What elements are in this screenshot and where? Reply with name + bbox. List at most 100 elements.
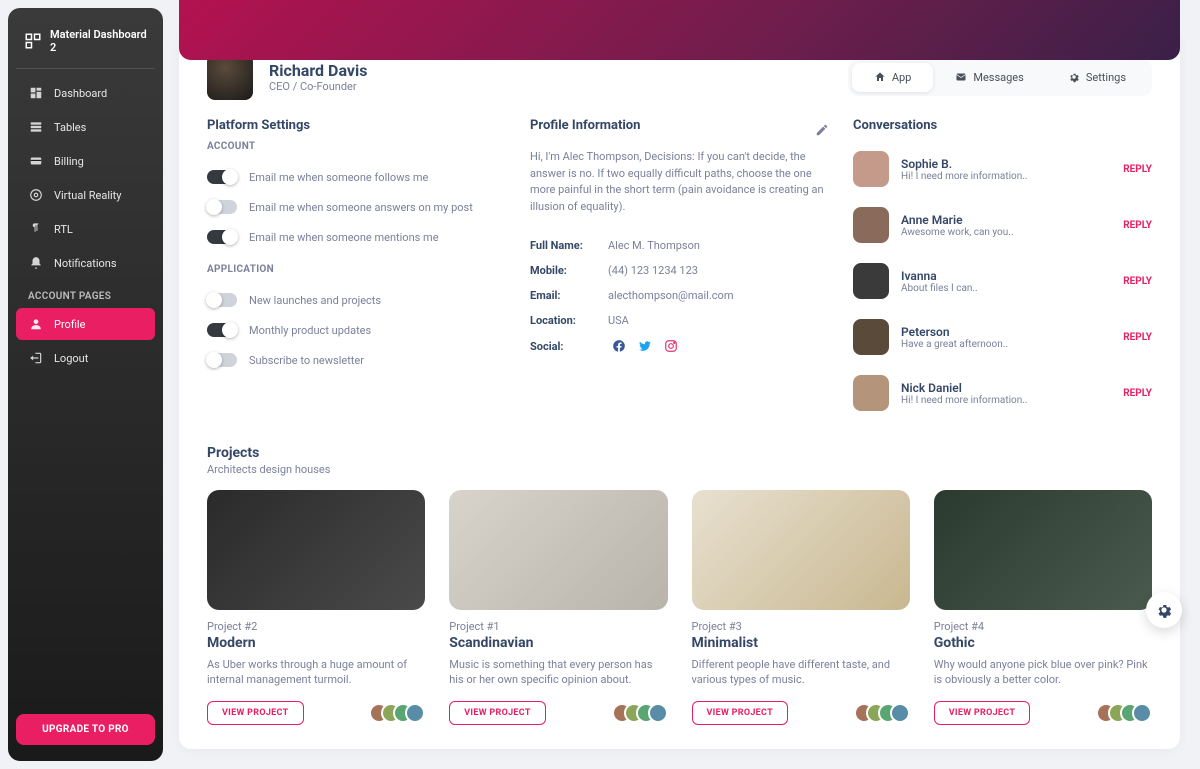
project-members [1096, 703, 1152, 723]
project-card: Project #1ScandinavianMusic is something… [449, 490, 667, 725]
tab-messages[interactable]: Messages [933, 63, 1045, 92]
profile-avatar[interactable] [207, 54, 253, 100]
reply-button[interactable]: REPLY [1123, 388, 1152, 399]
member-avatar[interactable] [405, 703, 425, 723]
toggle-switch[interactable] [207, 170, 237, 184]
projects-header: Projects Architects design houses [207, 445, 1152, 476]
tab-settings[interactable]: Settings [1046, 63, 1148, 92]
projects-subtitle: Architects design houses [207, 463, 1152, 476]
profile-information: Profile Information Hi, I'm Alec Thompso… [530, 118, 829, 421]
label-location: Location: [530, 314, 600, 327]
reply-button[interactable]: REPLY [1123, 220, 1152, 231]
brand[interactable]: Material Dashboard 2 [16, 24, 155, 69]
project-tag: Project #4 [934, 620, 1152, 633]
rtl-icon [28, 221, 44, 237]
projects-grid: Project #2ModernAs Uber works through a … [207, 490, 1152, 725]
info-title: Profile Information [530, 118, 640, 133]
profile-name: Richard Davis [269, 61, 367, 80]
projects-title: Projects [207, 445, 1152, 461]
edit-icon[interactable] [815, 123, 829, 137]
project-image[interactable] [449, 490, 667, 610]
facebook-icon[interactable] [612, 339, 626, 353]
view-project-button[interactable]: VIEW PROJECT [207, 701, 304, 725]
conversation-name: Nick Daniel [901, 381, 1111, 395]
sidebar-item-label: Billing [54, 155, 84, 168]
conversation-name: Ivanna [901, 269, 1111, 283]
twitter-icon[interactable] [638, 339, 652, 353]
conversation-item: Sophie B.Hi! I need more information..RE… [853, 141, 1152, 197]
gear-icon [1155, 601, 1173, 619]
toggle-row-app-0: New launches and projects [207, 285, 506, 315]
main-content: Richard Davis CEO / Co-Founder AppMessag… [171, 0, 1200, 769]
sidebar-item-tables[interactable]: Tables [16, 111, 155, 143]
avatar[interactable] [853, 375, 889, 411]
sidebar-item-label: Tables [54, 121, 86, 134]
toggle-switch[interactable] [207, 353, 237, 367]
profile-header: Richard Davis CEO / Co-Founder AppMessag… [207, 54, 1152, 118]
settings-fab[interactable] [1146, 592, 1182, 628]
project-image[interactable] [934, 490, 1152, 610]
toggle-switch[interactable] [207, 323, 237, 337]
conversation-item: IvannaAbout files I can.. REPLY [853, 253, 1152, 309]
avatar[interactable] [853, 319, 889, 355]
conversation-name: Anne Marie [901, 213, 1111, 227]
sidebar-item-label: Logout [54, 352, 88, 365]
toggle-label: Monthly product updates [249, 324, 371, 337]
dashboard-icon [28, 85, 44, 101]
instagram-icon[interactable] [664, 339, 678, 353]
person-icon [28, 316, 44, 332]
project-name: Modern [207, 635, 425, 651]
sidebar-item-rtl[interactable]: RTL [16, 213, 155, 245]
project-image[interactable] [692, 490, 910, 610]
view-project-button[interactable]: VIEW PROJECT [934, 701, 1031, 725]
toggle-switch[interactable] [207, 200, 237, 214]
toggle-switch[interactable] [207, 230, 237, 244]
sidebar-item-dashboard[interactable]: Dashboard [16, 77, 155, 109]
toggle-switch[interactable] [207, 293, 237, 307]
sidebar: Material Dashboard 2 Dashboard Tables Bill… [8, 8, 163, 761]
project-tag: Project #1 [449, 620, 667, 633]
reply-button[interactable]: REPLY [1123, 332, 1152, 343]
project-desc: As Uber works through a huge amount of i… [207, 657, 425, 689]
project-desc: Music is something that every person has… [449, 657, 667, 689]
reply-button[interactable]: REPLY [1123, 276, 1152, 287]
value-mobile: (44) 123 1234 123 [608, 264, 698, 277]
sidebar-item-billing[interactable]: Billing [16, 145, 155, 177]
brand-label: Material Dashboard 2 [50, 28, 147, 54]
reply-button[interactable]: REPLY [1123, 164, 1152, 175]
conversation-item: PetersonHave a great afternoon..REPLY [853, 309, 1152, 365]
info-description: Hi, I'm Alec Thompson, Decisions: If you… [530, 149, 829, 215]
member-avatar[interactable] [890, 703, 910, 723]
project-desc: Different people have different taste, a… [692, 657, 910, 689]
avatar[interactable] [853, 151, 889, 187]
profile-card: Richard Davis CEO / Co-Founder AppMessag… [179, 30, 1180, 749]
avatar[interactable] [853, 263, 889, 299]
mail-icon [955, 71, 967, 83]
project-card: Project #4GothicWhy would anyone pick bl… [934, 490, 1152, 725]
project-members [612, 703, 668, 723]
tab-label: App [892, 71, 912, 84]
avatar[interactable] [853, 207, 889, 243]
sidebar-item-logout[interactable]: Logout [16, 342, 155, 374]
toggle-row-app-2: Subscribe to newsletter [207, 345, 506, 375]
view-project-button[interactable]: VIEW PROJECT [449, 701, 546, 725]
project-image[interactable] [207, 490, 425, 610]
tab-app[interactable]: App [852, 63, 934, 92]
member-avatar[interactable] [648, 703, 668, 723]
view-project-button[interactable]: VIEW PROJECT [692, 701, 789, 725]
tab-label: Settings [1086, 71, 1126, 84]
sidebar-item-virtual-reality[interactable]: Virtual Reality [16, 179, 155, 211]
member-avatar[interactable] [1132, 703, 1152, 723]
sidebar-item-profile[interactable]: Profile [16, 308, 155, 340]
gear-icon [1068, 71, 1080, 83]
sidebar-item-label: RTL [54, 223, 73, 236]
conversations: Conversations Sophie B.Hi! I need more i… [853, 118, 1152, 421]
project-name: Gothic [934, 635, 1152, 651]
sidebar-item-notifications[interactable]: Notifications [16, 247, 155, 279]
toggle-row-account-1: Email me when someone answers on my post [207, 192, 506, 222]
conversations-title: Conversations [853, 118, 1152, 133]
upgrade-button[interactable]: UPGRADE TO PRO [16, 714, 155, 745]
nav-account: Profile Logout [16, 308, 155, 374]
conversation-sub: About files I can.. [901, 283, 1111, 294]
conversation-item: Nick DanielHi! I need more information..… [853, 365, 1152, 421]
